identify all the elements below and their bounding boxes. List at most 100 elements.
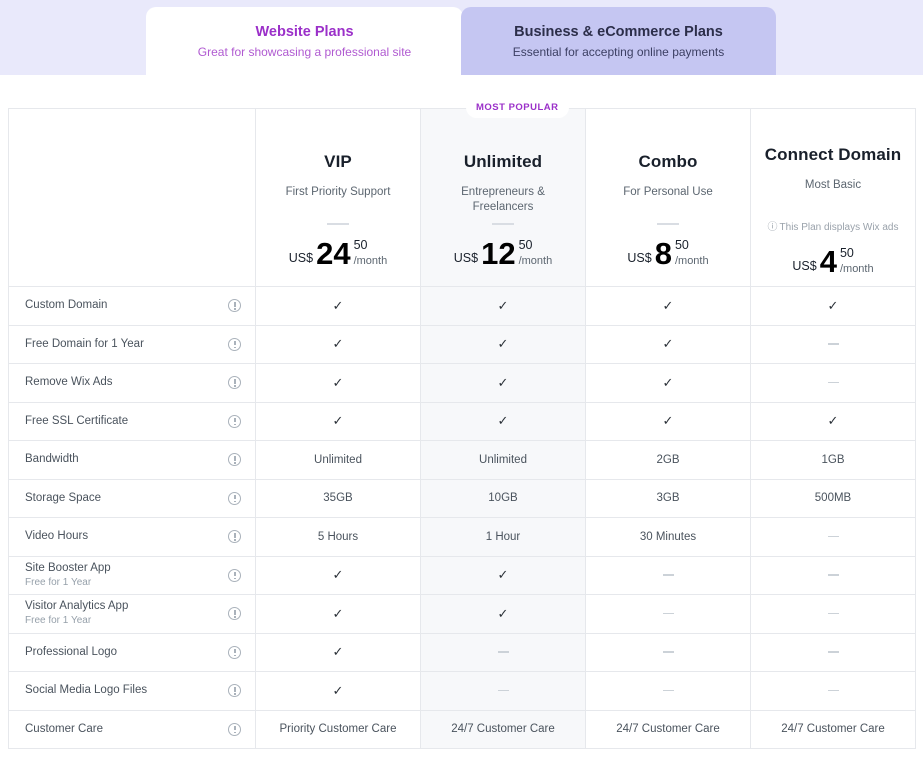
feature-value-cell: ✓ <box>255 286 421 326</box>
dash-icon <box>827 651 839 653</box>
info-icon[interactable] <box>228 337 241 351</box>
feature-value-cell <box>750 594 916 634</box>
plan-header-vip[interactable]: VIP First Priority Support US$ 24 50 /mo… <box>255 108 421 287</box>
plan-category-tabs: Website Plans Great for showcasing a pro… <box>0 0 923 75</box>
feature-value-cell: ✓ <box>420 401 586 441</box>
plan-price-connect-domain: US$ 4 50 /month <box>761 245 905 278</box>
dash-icon <box>662 651 674 653</box>
plan-cents-unlimited: 50 <box>518 238 533 252</box>
feature-value-text: 5 Hours <box>317 530 359 543</box>
info-icon: ⓘ <box>767 221 778 233</box>
feature-cell: Free Domain for 1 Year <box>8 324 256 364</box>
plan-currency-unlimited: US$ <box>453 251 479 265</box>
info-icon[interactable] <box>228 453 241 467</box>
feature-value-text: 2GB <box>656 453 680 466</box>
tab-website-plans-title: Website Plans <box>255 23 354 40</box>
feature-value-cell: ✓ <box>255 594 421 634</box>
check-icon: ✓ <box>497 336 509 352</box>
feature-label: Custom Domain <box>25 299 108 312</box>
table-row: Storage Space 35GB 10GB 3GB 500MB <box>8 478 916 518</box>
feature-label: Site Booster App <box>25 561 111 574</box>
feature-label: Social Media Logo Files <box>25 684 148 697</box>
check-icon: ✓ <box>332 374 344 390</box>
plan-name-combo: Combo <box>638 152 698 171</box>
info-icon[interactable] <box>228 414 241 428</box>
feature-value-cell <box>750 671 916 711</box>
check-icon: ✓ <box>497 567 509 583</box>
info-icon[interactable] <box>228 607 241 621</box>
info-icon[interactable] <box>228 645 241 659</box>
table-row: Visitor Analytics App Free for 1 Year ✓ ✓ <box>8 594 916 634</box>
tab-website-plans[interactable]: Website Plans Great for showcasing a pro… <box>146 7 463 75</box>
plan-header-unlimited[interactable]: Unlimited Entrepreneurs & Freelancers US… <box>420 108 586 287</box>
feature-value-text: 35GB <box>323 492 353 505</box>
plan-tagline-connect-domain: Most Basic <box>804 178 862 191</box>
check-icon: ✓ <box>332 336 344 352</box>
feature-value-cell: ✓ <box>420 363 586 403</box>
feature-value-text: 1GB <box>821 453 845 466</box>
dash-icon <box>497 651 509 653</box>
tab-business-ecommerce-plans[interactable]: Business & eCommerce Plans Essential for… <box>461 7 776 75</box>
plan-header-combo[interactable]: Combo For Personal Use US$ 8 50 /month <box>585 108 751 287</box>
plan-currency-combo: US$ <box>627 251 652 265</box>
plan-period-combo: /month <box>674 255 709 267</box>
plan-header-row: VIP First Priority Support US$ 24 50 /mo… <box>8 108 916 287</box>
check-icon: ✓ <box>332 682 344 698</box>
feature-value-cell: 2GB <box>585 440 751 480</box>
dash-icon <box>827 612 839 615</box>
most-popular-badge: MOST POPULAR <box>466 97 569 118</box>
plan-divider-unlimited <box>492 223 514 225</box>
info-icon[interactable] <box>228 722 241 736</box>
feature-value-cell: ✓ <box>420 594 586 634</box>
feature-value-cell: ✓ <box>585 324 751 364</box>
dash-icon <box>662 689 674 692</box>
feature-value-cell <box>750 363 916 403</box>
tab-website-plans-subtitle: Great for showcasing a professional site <box>197 44 412 59</box>
feature-sublabel: Free for 1 Year <box>25 576 92 588</box>
feature-label: Remove Wix Ads <box>25 376 113 389</box>
feature-column-header <box>8 108 256 287</box>
feature-value-cell: 24/7 Customer Care <box>750 709 916 749</box>
info-icon[interactable] <box>228 376 241 390</box>
feature-cell: Free SSL Certificate <box>8 401 256 441</box>
plan-currency-vip: US$ <box>288 251 314 265</box>
info-icon[interactable] <box>228 568 241 582</box>
plan-header-connect-domain[interactable]: Connect Domain Most Basic ⓘ This Plan dis… <box>750 108 916 287</box>
dash-icon <box>827 689 839 692</box>
feature-cell: Custom Domain <box>8 286 256 326</box>
tab-business-ecommerce-plans-subtitle: Essential for accepting online payments <box>512 44 725 59</box>
feature-label: Storage Space <box>25 491 102 504</box>
feature-value-cell <box>585 632 751 672</box>
feature-value-cell: 500MB <box>750 478 916 518</box>
plan-price-combo: US$ 8 50 /month <box>596 238 740 270</box>
feature-value-cell: ✓ <box>585 363 751 403</box>
feature-cell: Social Media Logo Files <box>8 671 256 711</box>
feature-value-cell <box>420 671 586 711</box>
feature-cell: Visitor Analytics App Free for 1 Year <box>8 594 256 634</box>
info-icon[interactable] <box>228 491 241 505</box>
feature-value-cell: 24/7 Customer Care <box>420 709 586 749</box>
plan-ads-note-connect-domain: ⓘ This Plan displays Wix ads <box>761 218 905 233</box>
feature-value-cell <box>750 555 916 595</box>
info-icon[interactable] <box>228 530 241 544</box>
feature-value-cell: Unlimited <box>420 440 586 480</box>
feature-value-text: 500MB <box>814 492 852 505</box>
info-icon[interactable] <box>228 299 241 313</box>
feature-value-text: Priority Customer Care <box>279 723 397 736</box>
check-icon: ✓ <box>662 374 674 390</box>
feature-sublabel: Free for 1 Year <box>25 615 92 627</box>
check-icon: ✓ <box>497 605 509 621</box>
feature-cell: Customer Care <box>8 709 256 749</box>
dash-icon <box>662 574 674 576</box>
feature-label: Professional Logo <box>25 645 118 658</box>
table-row: Custom Domain ✓ ✓ ✓ ✓ <box>8 286 916 326</box>
feature-value-cell <box>750 324 916 364</box>
feature-value-cell: 30 Minutes <box>585 517 751 557</box>
plan-amount-combo: 8 <box>654 236 672 271</box>
feature-value-text: 10GB <box>488 492 518 505</box>
plan-price-vip: US$ 24 50 /month <box>266 238 410 270</box>
info-icon[interactable] <box>228 684 241 698</box>
feature-cell: Bandwidth <box>8 440 256 480</box>
feature-label: Bandwidth <box>25 453 79 466</box>
feature-value-text: 24/7 Customer Care <box>781 723 885 736</box>
